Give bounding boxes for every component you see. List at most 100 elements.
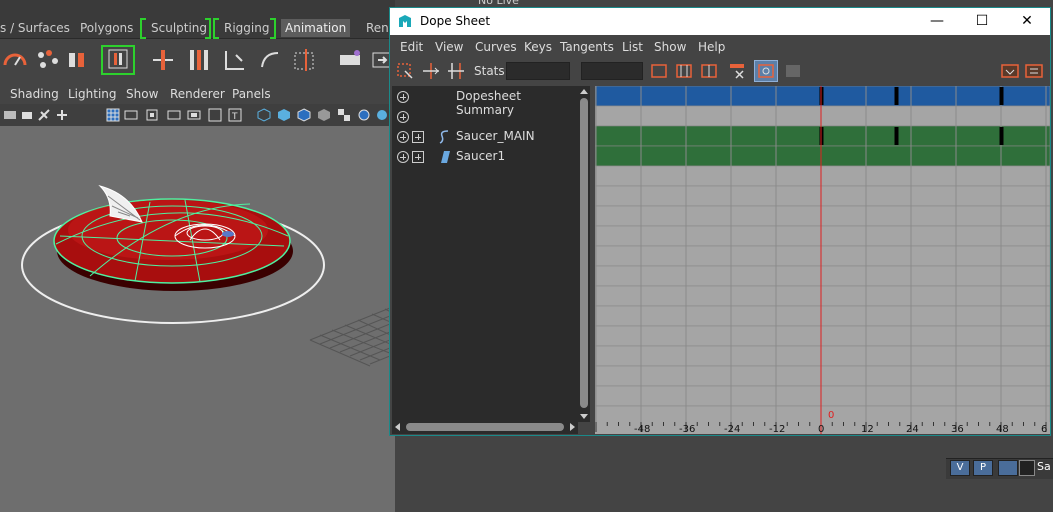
wireframe-icon[interactable] (257, 108, 271, 122)
tangent-icon[interactable] (222, 47, 248, 73)
dope-sheet-grid (595, 86, 1050, 434)
expand-item-button[interactable] (397, 131, 409, 143)
maximize-button[interactable]: ☐ (959, 8, 1005, 35)
layer-color-swatch[interactable] (998, 460, 1018, 476)
outliner-item[interactable]: Saucer1 (392, 148, 578, 166)
expand-all-button[interactable] (397, 91, 409, 103)
scroll-up-icon[interactable] (580, 88, 588, 96)
lighting-icon[interactable] (357, 108, 371, 122)
stats-label: Stats (474, 64, 505, 78)
frame-playback-icon[interactable] (674, 61, 694, 81)
minimize-button[interactable]: — (914, 8, 960, 35)
breakdown-icon[interactable] (150, 47, 176, 73)
grid-row (595, 105, 1050, 127)
film-gate-icon[interactable] (124, 108, 138, 122)
horizontal-scroll-thumb[interactable] (406, 423, 564, 431)
dope-sheet-graph[interactable]: 0 -48 -36 -24 -12 0 12 24 36 48 6 (595, 86, 1050, 434)
expand-channels-button[interactable] (412, 151, 424, 163)
visible-layer-button[interactable]: V (950, 460, 970, 476)
expand-channels-button[interactable] (412, 131, 424, 143)
vertical-scrollbar[interactable] (578, 86, 590, 422)
stats-field-1[interactable] (506, 62, 570, 80)
gauge-icon[interactable] (2, 47, 28, 73)
scroll-down-icon[interactable] (580, 412, 588, 420)
curve-tangent-icon[interactable] (258, 47, 284, 73)
center-current-time-icon[interactable] (699, 61, 719, 81)
ruler-label: 48 (996, 424, 1009, 434)
keyframe-icon[interactable] (105, 47, 131, 73)
outliner-item[interactable]: Saucer_MAIN (392, 128, 578, 146)
top-strip: No Live Surface (0, 0, 520, 20)
smooth-shade-icon[interactable] (277, 108, 291, 122)
wireframe-on-shaded-icon[interactable] (297, 108, 311, 122)
image-plane-icon[interactable] (55, 108, 69, 122)
vertical-scroll-thumb[interactable] (580, 98, 588, 408)
insert-keys-icon[interactable] (446, 61, 466, 81)
keyframe-tick (894, 127, 899, 145)
ruler-label: -12 (769, 424, 786, 434)
collapse-panel-icon[interactable] (1024, 61, 1044, 81)
svg-text:T: T (231, 112, 238, 122)
menu-keys[interactable]: Keys (524, 40, 552, 54)
playback-layer-button[interactable]: P (973, 460, 993, 476)
inbetween-icon[interactable] (186, 47, 212, 73)
shelf-bracket (270, 18, 276, 39)
horizontal-scrollbar[interactable] (392, 421, 578, 433)
layer-color-swatch-2[interactable] (1019, 460, 1035, 476)
sequence-icon[interactable] (66, 47, 92, 73)
title-bar[interactable]: Dope Sheet — ☐ ✕ (390, 8, 1050, 35)
menu-edit[interactable]: Edit (400, 40, 423, 54)
stats-field-2[interactable] (581, 62, 643, 80)
expand-summary-button[interactable] (397, 111, 409, 123)
shelf-tab-surfaces[interactable]: s / Surfaces (0, 19, 74, 37)
select-keys-icon[interactable] (395, 61, 415, 81)
shadows-icon[interactable] (375, 108, 389, 122)
step-tangent-icon[interactable] (292, 47, 318, 73)
menu-tangents[interactable]: Tangents (560, 40, 614, 54)
checker-icon[interactable] (337, 108, 351, 122)
gate-mask-icon[interactable] (167, 108, 181, 122)
disabled-tool-icon[interactable] (783, 61, 803, 81)
menu-view[interactable]: View (435, 40, 463, 54)
menu-help[interactable]: Help (698, 40, 725, 54)
layer-name-partial: Sa (1037, 460, 1051, 473)
grid-row (595, 345, 1050, 367)
panel-menu-shading[interactable]: Shading (10, 87, 59, 101)
curve-icon (439, 130, 449, 144)
resolution-gate-icon[interactable] (145, 108, 159, 122)
frame-all-icon[interactable] (649, 61, 669, 81)
grid-icon[interactable] (106, 108, 120, 122)
safe-title-icon[interactable]: T (228, 108, 242, 122)
expand-panel-icon[interactable] (1000, 61, 1020, 81)
grid-row (595, 225, 1050, 247)
menu-show[interactable]: Show (654, 40, 686, 54)
field-chart-icon[interactable] (187, 108, 201, 122)
bookmark-icon[interactable] (37, 108, 51, 122)
panel-menu-panels[interactable]: Panels (232, 87, 271, 101)
textured-icon[interactable] (317, 108, 331, 122)
select-camera-icon[interactable] (3, 108, 17, 122)
panel-menu-show[interactable]: Show (126, 87, 158, 101)
scroll-right-icon[interactable] (568, 423, 576, 431)
menu-list[interactable]: List (622, 40, 643, 54)
camera-attr-icon[interactable] (20, 108, 34, 122)
move-keys-icon[interactable] (421, 61, 441, 81)
expand-item-button[interactable] (397, 151, 409, 163)
channel-box-area: V P Sa (946, 436, 1053, 512)
shelf-tab-animation[interactable]: Animation (281, 19, 351, 37)
viewport-3d[interactable] (0, 126, 395, 512)
shelf-tab-sculpting[interactable]: Sculpting (147, 19, 211, 37)
editor-icon[interactable] (337, 47, 363, 73)
delete-keys-icon[interactable] (727, 61, 747, 81)
panel-menu-renderer[interactable]: Renderer (170, 87, 225, 101)
outliner-item-label: Saucer1 (456, 149, 506, 163)
scroll-left-icon[interactable] (394, 423, 402, 431)
close-button[interactable]: ✕ (1004, 8, 1050, 35)
shelf-tab-polygons[interactable]: Polygons (76, 19, 137, 37)
ruler-label: 24 (906, 424, 919, 434)
dots-icon[interactable] (35, 47, 61, 73)
panel-menu-lighting[interactable]: Lighting (68, 87, 117, 101)
shelf-tab-rigging[interactable]: Rigging (220, 19, 273, 37)
menu-curves[interactable]: Curves (475, 40, 517, 54)
safe-action-icon[interactable] (208, 108, 222, 122)
